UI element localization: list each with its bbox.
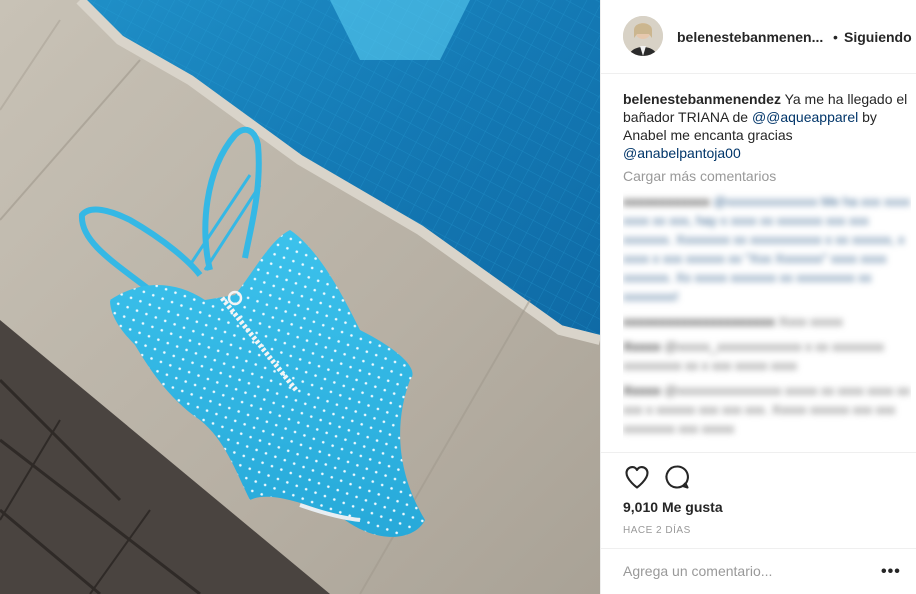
more-options-icon[interactable]: ••• bbox=[881, 563, 901, 581]
likes-number: 9,010 bbox=[623, 499, 659, 515]
post-caption: belenestebanmenendez Ya me ha llegado el… bbox=[623, 90, 911, 162]
comments-section: belenestebanmenendez Ya me ha llegado el… bbox=[623, 90, 911, 442]
comment-icon[interactable] bbox=[663, 463, 691, 491]
comment-username[interactable]: Xxxxx bbox=[623, 339, 661, 354]
caption-mention-anabelpantoja[interactable]: @anabelpantoja00 bbox=[623, 145, 741, 161]
comment-username[interactable]: xxxxxxxxxxxxxxxxxxxxx bbox=[623, 314, 775, 329]
likes-label: Me gusta bbox=[661, 499, 723, 515]
list-item: xxxxxxxxxxxxxxxxxxxxx Xxxx xxxxx bbox=[623, 312, 911, 331]
post-details-panel: belenestebanmenen... • Siguiendo belenes… bbox=[600, 0, 916, 594]
header-username[interactable]: belenestebanmenen... bbox=[677, 29, 829, 45]
list-item: Xxxxx @xxxxxxxxxxxxxxxx xxxxx xx xxxx xx… bbox=[623, 381, 911, 438]
avatar[interactable] bbox=[623, 16, 663, 56]
post-header: belenestebanmenen... • Siguiendo bbox=[601, 0, 916, 74]
comment-username[interactable]: Xxxxx bbox=[623, 383, 661, 398]
comment-text: Xxxx xxxxx bbox=[774, 314, 843, 329]
load-more-comments-button[interactable]: Cargar más comentarios bbox=[623, 168, 911, 184]
heart-icon[interactable] bbox=[623, 463, 651, 491]
blurred-comments-list: xxxxxxxxxxxx @xxxxxxxxxxxxxx Me ha xxx x… bbox=[623, 192, 911, 438]
post-actions: 9,010 Me gusta HACE 2 DÍAS bbox=[601, 452, 916, 552]
caption-mention-aqueapparel[interactable]: @@aqueapparel bbox=[752, 109, 858, 125]
swimsuit-poolside-image bbox=[0, 0, 600, 594]
add-comment-input[interactable] bbox=[623, 563, 863, 579]
caption-username[interactable]: belenestebanmenendez bbox=[623, 91, 781, 107]
post-timestamp[interactable]: HACE 2 DÍAS bbox=[623, 525, 691, 536]
user-avatar-image bbox=[623, 16, 663, 56]
list-item: Xxxxx @xxxxx_xxxxxxxxxxxxx x xx xxxxxxxx… bbox=[623, 337, 911, 375]
header-separator: • bbox=[833, 29, 838, 45]
add-comment-bar: ••• bbox=[601, 548, 916, 594]
list-item: xxxxxxxxxxxx @xxxxxxxxxxxxxx Me ha xxx x… bbox=[623, 192, 911, 306]
comment-text: @xxxxx_xxxxxxxxxxxxx x xx xxxxxxxx xxxxx… bbox=[623, 339, 884, 373]
following-button[interactable]: Siguiendo bbox=[844, 29, 912, 45]
comment-username[interactable]: xxxxxxxxxxxx bbox=[623, 194, 710, 209]
comment-text: @xxxxxxxxxxxxxxxx xxxxx xx xxxx xxxx xx … bbox=[623, 383, 910, 436]
post-photo bbox=[0, 0, 600, 594]
comment-text: @xxxxxxxxxxxxxx Me ha xxx xxxx xxxx xx x… bbox=[623, 194, 911, 304]
likes-count[interactable]: 9,010 Me gusta bbox=[623, 499, 723, 515]
